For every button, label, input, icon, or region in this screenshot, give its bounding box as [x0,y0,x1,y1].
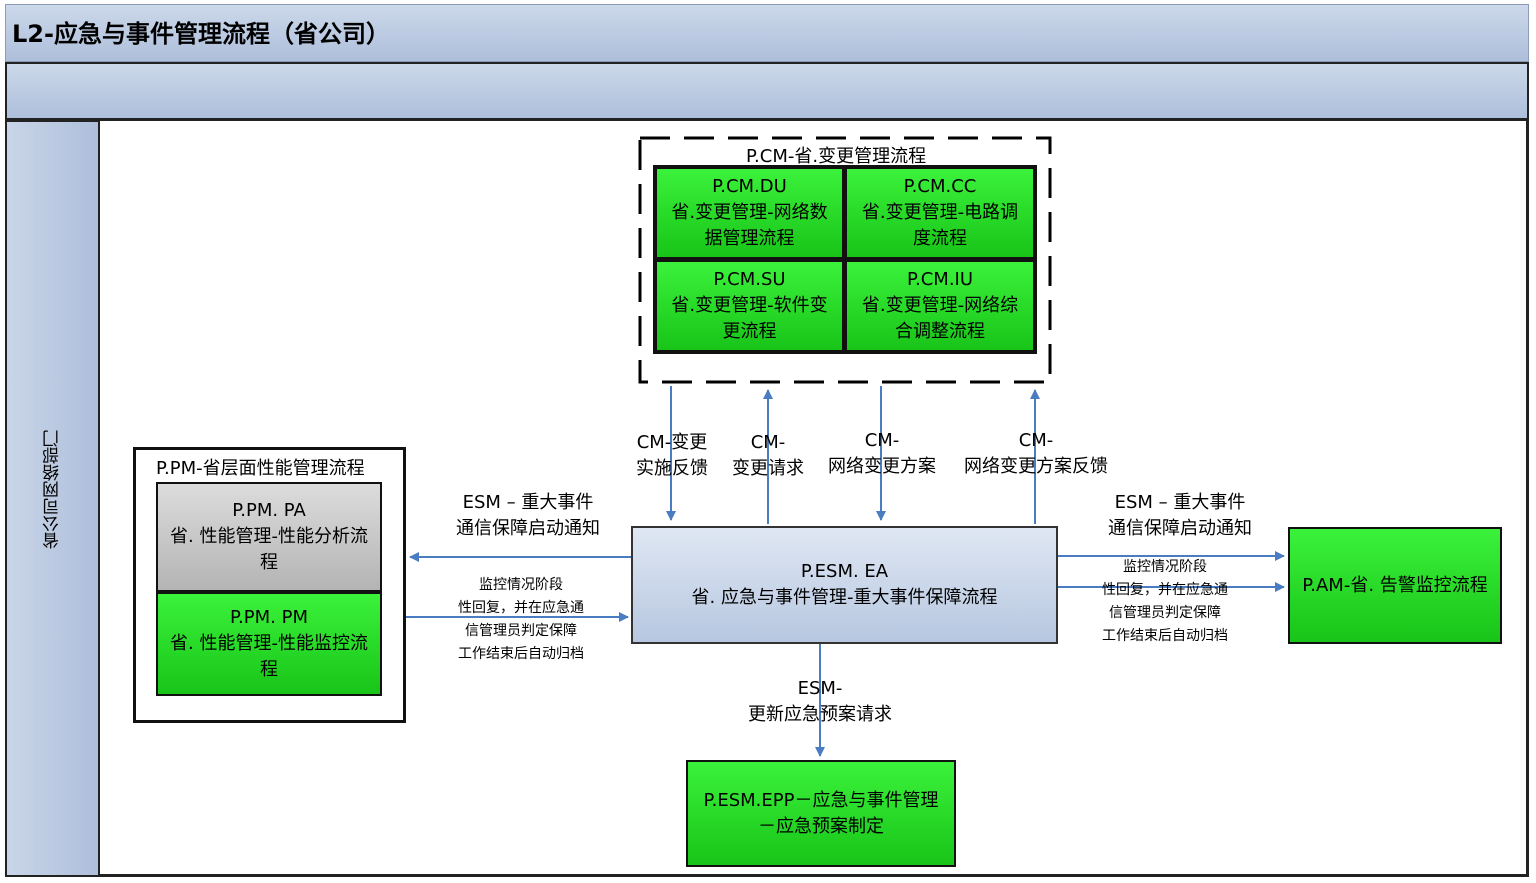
process-name: 省.变更管理-软件变 [671,295,828,316]
process-name: －应急预案制定 [758,815,884,837]
pm-group-title: P.PM-省层面性能管理流程 [156,458,365,479]
process-name: 更流程 [722,321,777,342]
flow-label-monitor-right: 监控情况阶段 性回复，并在应急通 信管理员判定保障 工作结束后自动归档 [1102,559,1228,644]
process-pm-pm[interactable]: P.PM. PM 省. 性能管理-性能监控流 程 [156,592,382,696]
process-name: 程 [260,552,278,573]
flow-label-cm-feedback: CM-变更 实施反馈 [636,432,708,479]
flow-label-cm-plan: CM- 网络变更方案 [828,430,936,477]
flow-label-esm-notify-left: ESM – 重大事件 通信保障启动通知 [456,492,600,539]
flow-label-esm-update: ESM- 更新应急预案请求 [748,678,892,725]
process-name: P.AM-省. 告警监控流程 [1302,574,1488,596]
process-am[interactable]: P.AM-省. 告警监控流程 [1288,527,1502,644]
process-esm-ea[interactable]: P.ESM. EA 省. 应急与事件管理-重大事件保障流程 [631,526,1058,644]
flow-label-cm-request: CM- 变更请求 [732,432,804,479]
process-name: P.ESM.EPP－应急与事件管理 [703,789,939,811]
process-code: P.PM. PA [232,500,306,521]
process-name: 省.变更管理-网络综 [861,295,1019,316]
process-code: P.ESM. EA [800,561,889,582]
process-name: 省. 性能管理-性能监控流 [170,633,368,654]
process-pm-pa[interactable]: P.PM. PA 省. 性能管理-性能分析流 程 [156,482,382,592]
process-cm-cc[interactable]: P.CM.CC 省.变更管理-电路调 度流程 [845,167,1035,259]
process-name: 省.变更管理-网络数 [671,202,828,223]
process-code: P.PM. PM [230,607,308,628]
process-cm-iu[interactable]: P.CM.IU 省.变更管理-网络综 合调整流程 [845,260,1035,352]
process-name: 省. 性能管理-性能分析流 [170,526,368,547]
process-cm-du[interactable]: P.CM.DU 省.变更管理-网络数 据管理流程 [655,167,844,259]
flow-label-cm-plan-feedback: CM- 网络变更方案反馈 [964,430,1108,477]
process-code: P.CM.CC [903,176,977,197]
flow-label-monitor-left: 监控情况阶段 性回复，并在应急通 信管理员判定保障 工作结束后自动归档 [458,577,584,662]
process-name: 程 [260,659,278,680]
process-name: 省. 应急与事件管理-重大事件保障流程 [691,587,998,608]
process-name: 合调整流程 [895,321,985,342]
process-cm-su[interactable]: P.CM.SU 省.变更管理-软件变 更流程 [655,260,844,352]
process-code: P.CM.DU [712,176,787,197]
process-esm-epp[interactable]: P.ESM.EPP－应急与事件管理 －应急预案制定 [686,760,956,867]
process-code: P.CM.IU [906,269,974,290]
process-name: 省.变更管理-电路调 [861,202,1019,223]
process-code: P.CM.SU [713,269,786,290]
process-name: 据管理流程 [704,228,795,249]
flow-label-esm-notify-right: ESM – 重大事件 通信保障启动通知 [1108,492,1252,539]
process-name: 度流程 [913,228,967,249]
